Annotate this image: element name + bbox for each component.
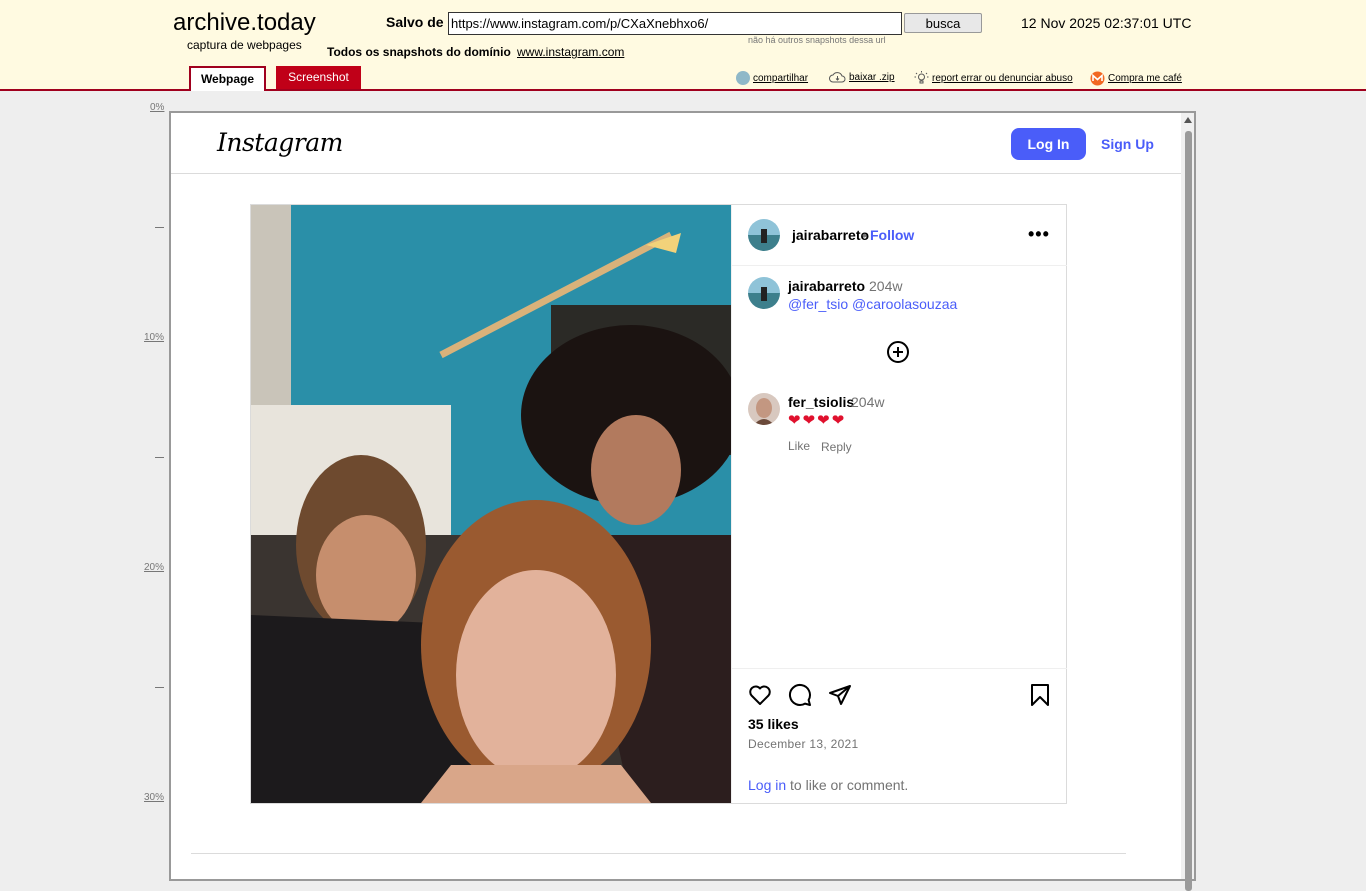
- caption-time[interactable]: 204w: [869, 278, 902, 294]
- post-header: jairabarreto • Follow •••: [732, 205, 1067, 266]
- archive-logo[interactable]: archive.today: [173, 9, 316, 37]
- coffee-label: Compra me café: [1108, 73, 1182, 84]
- saved-from-label: Salvo de: [386, 14, 444, 30]
- ruler-mark-0[interactable]: 0%: [150, 102, 164, 113]
- ruler-mark-10[interactable]: 10%: [144, 332, 164, 343]
- tab-webpage[interactable]: Webpage: [189, 66, 266, 91]
- comment-time[interactable]: 204w: [851, 394, 884, 410]
- author-username[interactable]: jairabarreto: [792, 227, 869, 243]
- comment-reply-button[interactable]: Reply: [821, 440, 852, 454]
- instagram-topbar: Instagram Log In Sign Up: [171, 113, 1181, 174]
- archived-page-frame: Instagram Log In Sign Up jairabarreto • …: [169, 111, 1196, 891]
- share-label: compartilhar: [753, 72, 809, 84]
- load-more-comments-icon[interactable]: [887, 341, 909, 363]
- download-zip-link[interactable]: baixar .zip: [829, 71, 895, 83]
- search-button[interactable]: busca: [904, 13, 982, 33]
- comment-username[interactable]: fer_tsiolis: [788, 394, 854, 410]
- ruler-dash: [155, 457, 164, 458]
- instagram-logo[interactable]: Instagram: [217, 128, 343, 157]
- all-snapshots-label: Todos os snapshots do domínio: [327, 45, 511, 59]
- report-link[interactable]: report errar ou denunciar abuso: [914, 71, 1073, 85]
- tab-screenshot[interactable]: Screenshot: [276, 66, 361, 89]
- download-label: baixar .zip: [849, 71, 895, 83]
- archive-tagline: captura de webpages: [187, 38, 302, 52]
- caption-mentions[interactable]: @fer_tsio @caroolasouzaa: [788, 296, 957, 312]
- comment-like-button[interactable]: Like: [788, 439, 810, 453]
- scrollbar[interactable]: [1181, 113, 1194, 891]
- share-icon: [736, 71, 750, 85]
- comment-text: ❤❤❤❤: [788, 412, 847, 429]
- author-avatar[interactable]: [748, 219, 780, 251]
- report-label: report errar ou denunciar abuso: [932, 72, 1073, 84]
- share-send-icon[interactable]: [828, 683, 852, 707]
- bottom-divider: [191, 853, 1126, 854]
- cloud-download-icon: [829, 72, 846, 83]
- ruler-mark-20[interactable]: 20%: [144, 562, 164, 573]
- commenter-avatar[interactable]: [748, 393, 780, 425]
- scroll-up-arrow-icon[interactable]: [1184, 117, 1192, 123]
- caption-avatar[interactable]: [748, 277, 780, 309]
- follow-button[interactable]: Follow: [870, 227, 914, 243]
- ruler-mark-30[interactable]: 30%: [144, 792, 164, 803]
- login-to-comment-text: to like or comment.: [786, 777, 909, 793]
- caption-username[interactable]: jairabarreto: [788, 278, 865, 294]
- snapshot-datetime: 12 Nov 2025 02:37:01 UTC: [1021, 15, 1192, 31]
- login-to-comment: Log in to like or comment.: [748, 777, 908, 793]
- lightbulb-icon: [914, 71, 929, 84]
- instagram-post: jairabarreto • Follow ••• jairabarreto 2…: [250, 204, 1067, 804]
- no-other-snapshots-note: não há outros snapshots dessa url: [748, 35, 886, 45]
- coffee-link[interactable]: Compra me café: [1090, 71, 1182, 86]
- signup-link[interactable]: Sign Up: [1101, 136, 1154, 152]
- share-link[interactable]: compartilhar: [736, 71, 808, 85]
- post-photo-image: [251, 205, 731, 803]
- scrollbar-thumb[interactable]: [1185, 131, 1192, 891]
- comment-icon[interactable]: [788, 683, 812, 707]
- post-sidebar: jairabarreto • Follow ••• jairabarreto 2…: [731, 205, 1067, 803]
- ruler-dash: [155, 227, 164, 228]
- login-button[interactable]: Log In: [1011, 128, 1086, 160]
- archive-header: archive.today captura de webpages Salvo …: [0, 0, 1366, 91]
- login-to-comment-link[interactable]: Log in: [748, 777, 786, 793]
- more-options-icon[interactable]: •••: [1028, 224, 1050, 245]
- likes-count[interactable]: 35 likes: [748, 716, 799, 732]
- actions-divider: [732, 668, 1067, 669]
- ruler-dash: [155, 687, 164, 688]
- domain-link[interactable]: www.instagram.com: [517, 45, 624, 59]
- monero-icon: [1090, 71, 1105, 86]
- post-photo[interactable]: [251, 205, 731, 803]
- post-date[interactable]: December 13, 2021: [748, 737, 859, 751]
- follow-separator: •: [862, 227, 867, 243]
- save-bookmark-icon[interactable]: [1028, 683, 1052, 707]
- like-heart-icon[interactable]: [748, 683, 772, 707]
- url-input[interactable]: [448, 12, 902, 35]
